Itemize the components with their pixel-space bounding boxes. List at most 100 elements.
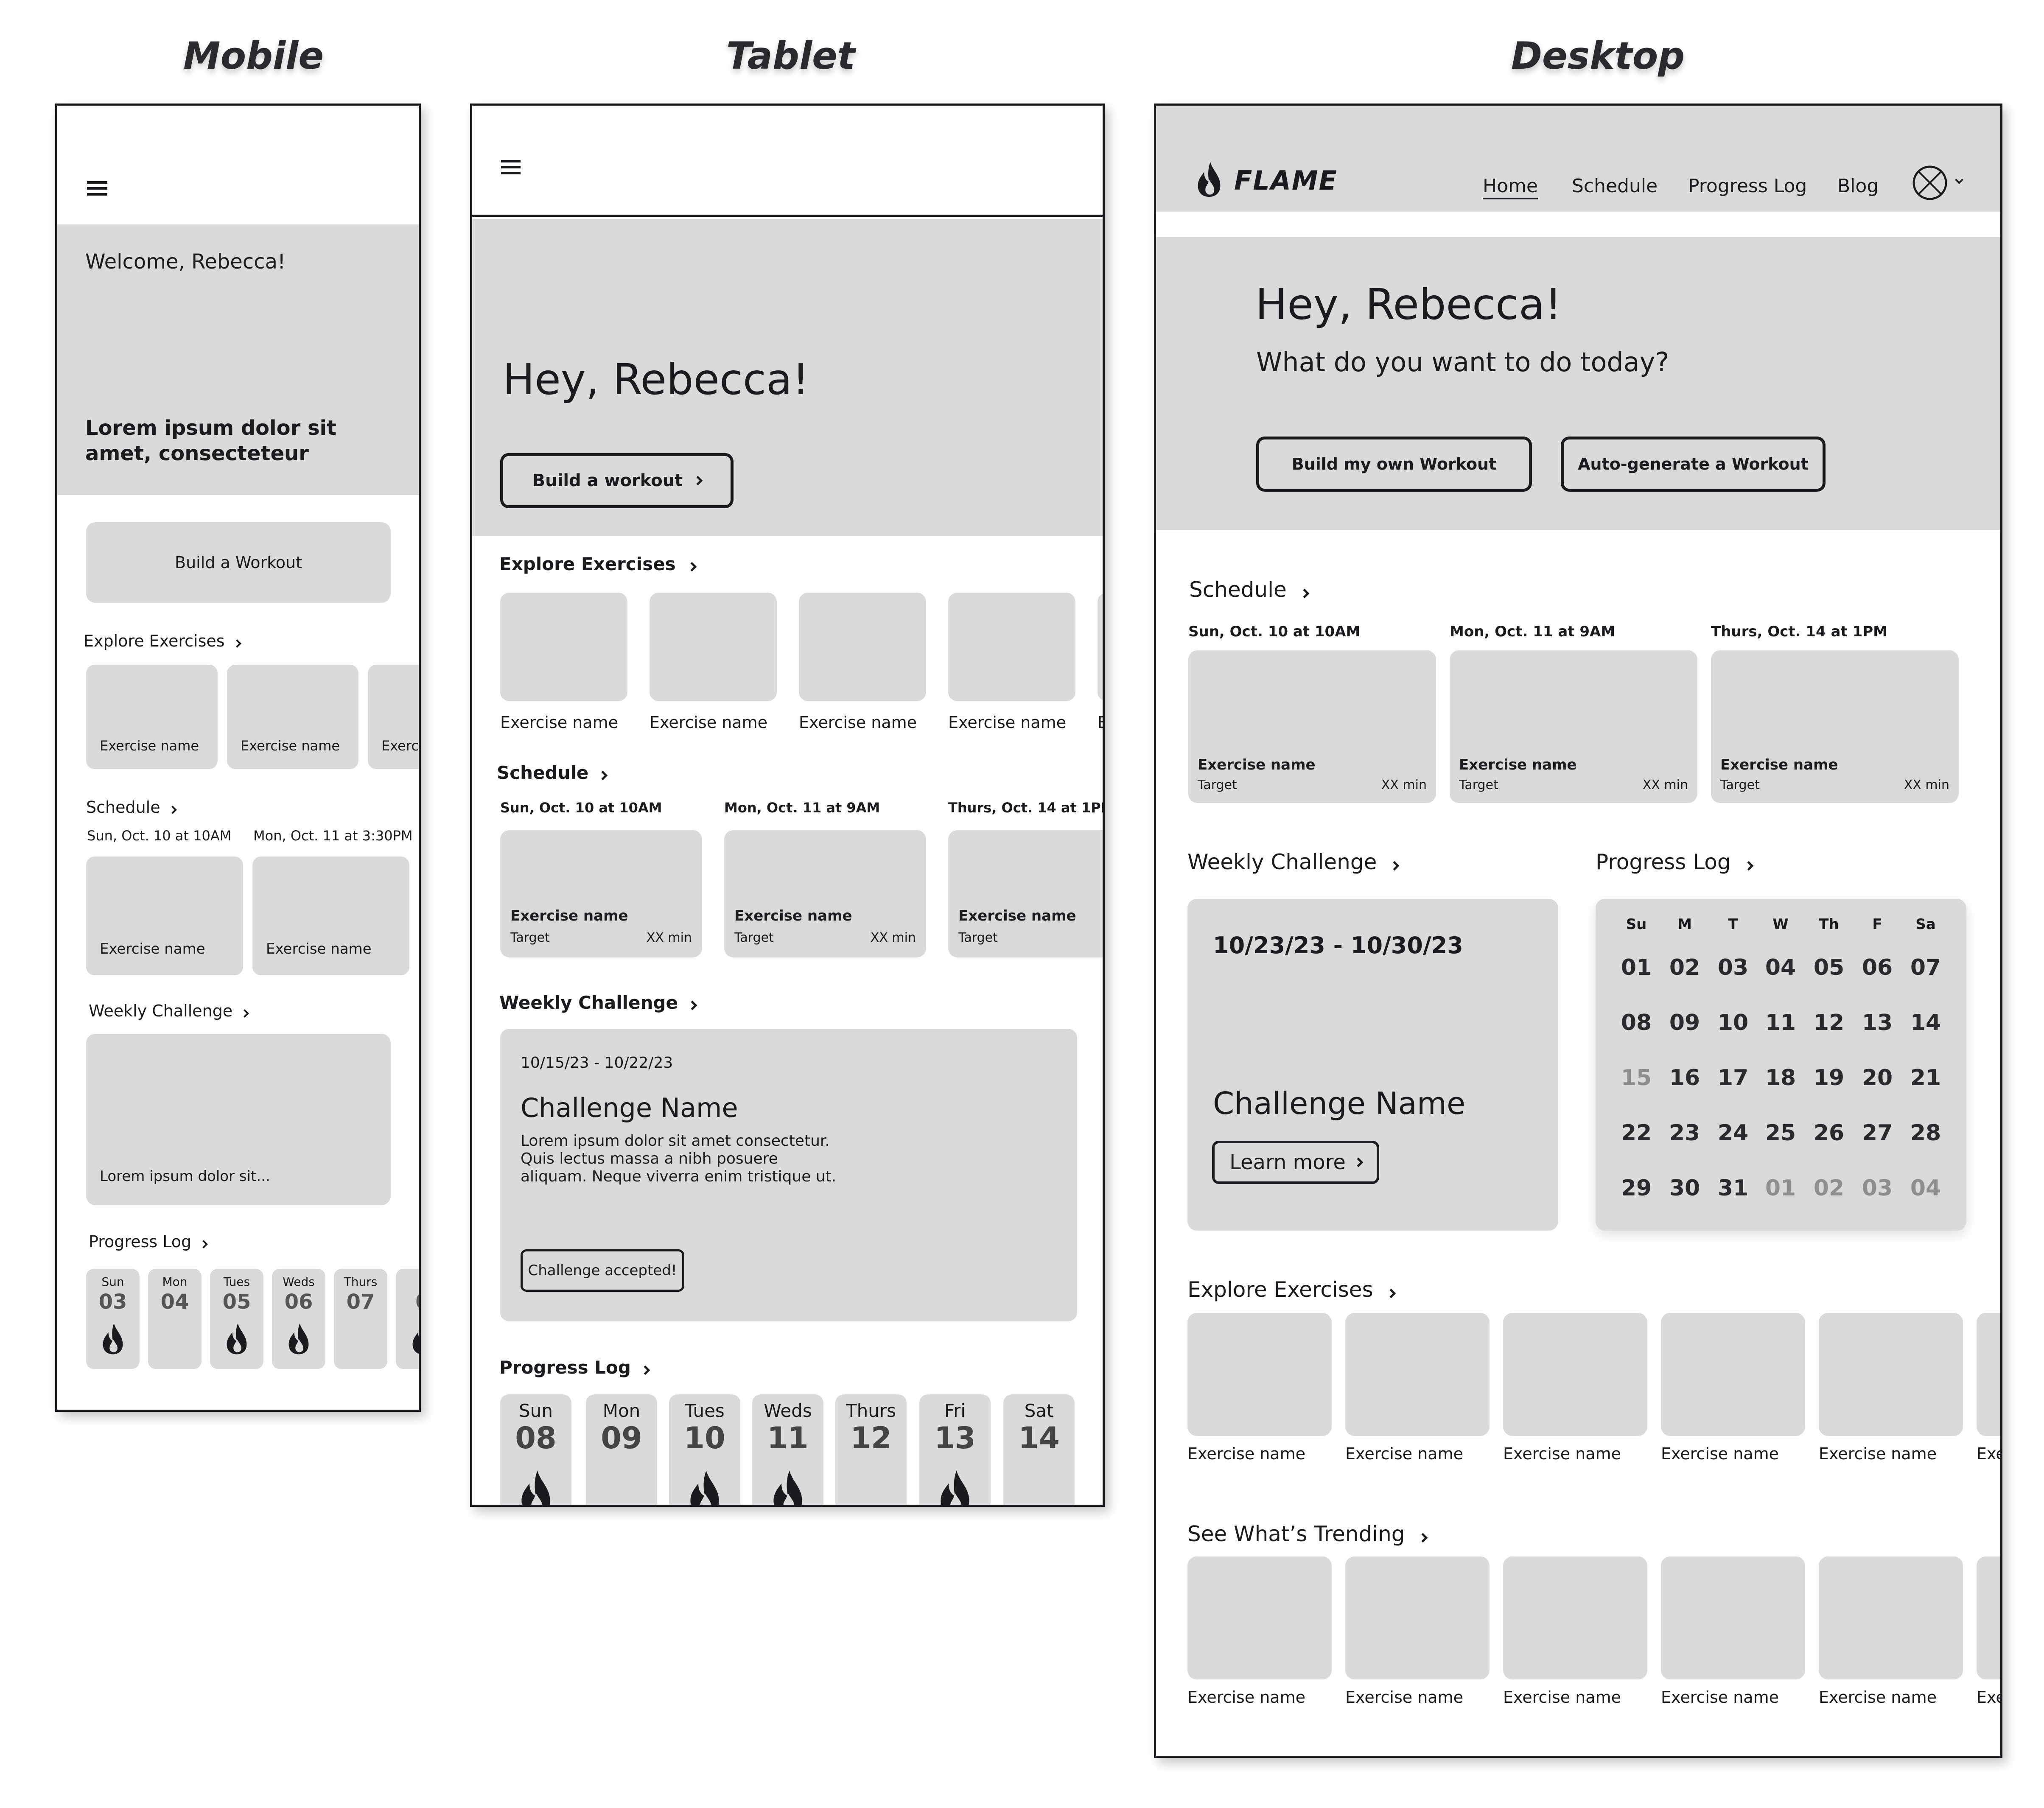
calendar-day[interactable]: 01 [1619,955,1653,980]
challenge-title[interactable]: Weekly Challenge [89,1002,249,1020]
menu-icon[interactable] [87,181,107,196]
nav-schedule[interactable]: Schedule [1572,175,1658,197]
calendar-day[interactable]: 03 [1860,1175,1894,1201]
calendar-day[interactable]: 16 [1668,1065,1702,1091]
progress-day[interactable]: Fri 13 [919,1394,991,1505]
progress-day[interactable]: Thurs 07 [334,1269,387,1369]
schedule-title[interactable]: Schedule [497,762,608,783]
explore-title[interactable]: Explore Exercises [84,632,241,650]
trending-title[interactable]: See What’s Trending [1187,1522,1428,1546]
exercise-card[interactable] [948,593,1075,701]
schedule-card[interactable]: Exercise name Target XX min [500,830,702,957]
progress-day[interactable]: Mon 04 [148,1269,202,1369]
exercise-card[interactable] [1187,1313,1332,1436]
calendar-day[interactable]: 06 [1860,955,1894,980]
calendar-day[interactable]: 02 [1812,1175,1846,1201]
calendar-day[interactable]: 15 [1619,1065,1653,1091]
calendar-day[interactable]: 08 [1619,1010,1653,1036]
calendar-day[interactable]: 04 [1909,1175,1943,1201]
progress-day[interactable]: Tues 10 [669,1394,740,1505]
calendar-day[interactable]: 24 [1716,1120,1750,1146]
calendar-day[interactable]: 04 [1764,955,1798,980]
calendar-day[interactable]: 09 [1668,1010,1702,1036]
flame-logo-icon[interactable] [1193,161,1225,198]
progress-day[interactable]: Thurs 12 [835,1394,907,1505]
build-workout-button[interactable]: Build a Workout [86,522,391,603]
avatar-icon[interactable] [1912,165,1948,201]
trending-card[interactable] [1977,1556,2000,1679]
calendar-day[interactable]: 29 [1619,1175,1653,1201]
exercise-card[interactable] [500,593,627,701]
trending-card[interactable] [1819,1556,1963,1679]
calendar-day[interactable]: 05 [1812,955,1846,980]
exercise-card[interactable] [799,593,926,701]
menu-icon[interactable] [501,160,521,174]
exercise-card[interactable] [1977,1313,2000,1436]
nav-progress-log[interactable]: Progress Log [1688,175,1807,197]
exercise-card[interactable] [650,593,777,701]
chevron-down-icon[interactable] [1955,176,1963,184]
trending-card[interactable] [1503,1556,1647,1679]
build-workout-button[interactable]: Build a workout [500,453,734,508]
trending-card[interactable] [1187,1556,1332,1679]
progress-day[interactable]: Sat 14 [1003,1394,1075,1505]
progress-day[interactable]: Weds 11 [752,1394,823,1505]
progress-day[interactable]: Sun 08 [500,1394,571,1505]
exercise-card[interactable]: Exercise name [227,665,358,769]
calendar-day[interactable]: 22 [1619,1120,1653,1146]
calendar-day[interactable]: 27 [1860,1120,1894,1146]
calendar-day[interactable]: 23 [1668,1120,1702,1146]
logo-text[interactable]: FLAME [1234,165,1338,196]
progress-title[interactable]: Progress Log [89,1232,208,1251]
calendar-day[interactable]: 13 [1860,1010,1894,1036]
exercise-card[interactable] [1819,1313,1963,1436]
exercise-card[interactable] [1661,1313,1805,1436]
calendar-day[interactable]: 17 [1716,1065,1750,1091]
progress-title[interactable]: Progress Log [499,1357,650,1378]
calendar-day[interactable]: 10 [1716,1010,1750,1036]
schedule-title[interactable]: Schedule [86,798,177,817]
schedule-card[interactable]: Exercise name Target XX min [724,830,926,957]
calendar-day[interactable]: 26 [1812,1120,1846,1146]
exercise-card[interactable] [1345,1313,1490,1436]
progress-day[interactable]: F0 [396,1269,419,1369]
calendar-day[interactable]: 20 [1860,1065,1894,1091]
calendar-day[interactable]: 02 [1668,955,1702,980]
trending-card[interactable] [1345,1556,1490,1679]
nav-home[interactable]: Home [1483,175,1538,199]
calendar-day[interactable]: 07 [1909,955,1943,980]
calendar-day[interactable]: 01 [1764,1175,1798,1201]
calendar-day[interactable]: 28 [1909,1120,1943,1146]
progress-title[interactable]: Progress Log [1596,850,1753,874]
exercise-card[interactable]: Exerci [368,665,419,769]
calendar-day[interactable]: 14 [1909,1010,1943,1036]
schedule-card[interactable]: Exercise name Target XX min [1711,650,1959,803]
schedule-card[interactable]: Exercise name [86,856,243,975]
schedule-card[interactable]: Exercise name Target XX min [1450,650,1697,803]
challenge-card[interactable]: Lorem ipsum dolor sit... [86,1034,391,1205]
calendar-day[interactable]: 21 [1909,1065,1943,1091]
learn-more-button[interactable]: Learn more [1212,1141,1379,1184]
explore-title[interactable]: Explore Exercises [1187,1277,1396,1302]
explore-title[interactable]: Explore Exercises [499,554,697,574]
calendar-day[interactable]: 31 [1716,1175,1750,1201]
schedule-card[interactable]: Exercise nameTargetXX [948,830,1103,957]
schedule-card[interactable]: Exercise name [252,856,409,975]
calendar-day[interactable]: 18 [1764,1065,1798,1091]
progress-day[interactable]: Tues 05 [210,1269,263,1369]
progress-day[interactable]: Mon 09 [586,1394,657,1505]
exercise-card[interactable]: Exercise name [86,665,218,769]
challenge-accepted-button[interactable]: Challenge accepted! [521,1249,684,1292]
challenge-title[interactable]: Weekly Challenge [499,992,697,1013]
progress-day[interactable]: Weds 06 [272,1269,325,1369]
calendar-day[interactable]: 11 [1764,1010,1798,1036]
calendar-day[interactable]: 12 [1812,1010,1846,1036]
progress-day[interactable]: Sun 03 [86,1269,140,1369]
calendar-day[interactable]: 30 [1668,1175,1702,1201]
build-own-workout-button[interactable]: Build my own Workout [1256,437,1532,492]
calendar-day[interactable]: 19 [1812,1065,1846,1091]
exercise-card[interactable] [1098,593,1103,701]
schedule-title[interactable]: Schedule [1189,577,1310,602]
schedule-card[interactable]: Exercise name Target XX min [1188,650,1436,803]
calendar-day[interactable]: 03 [1716,955,1750,980]
